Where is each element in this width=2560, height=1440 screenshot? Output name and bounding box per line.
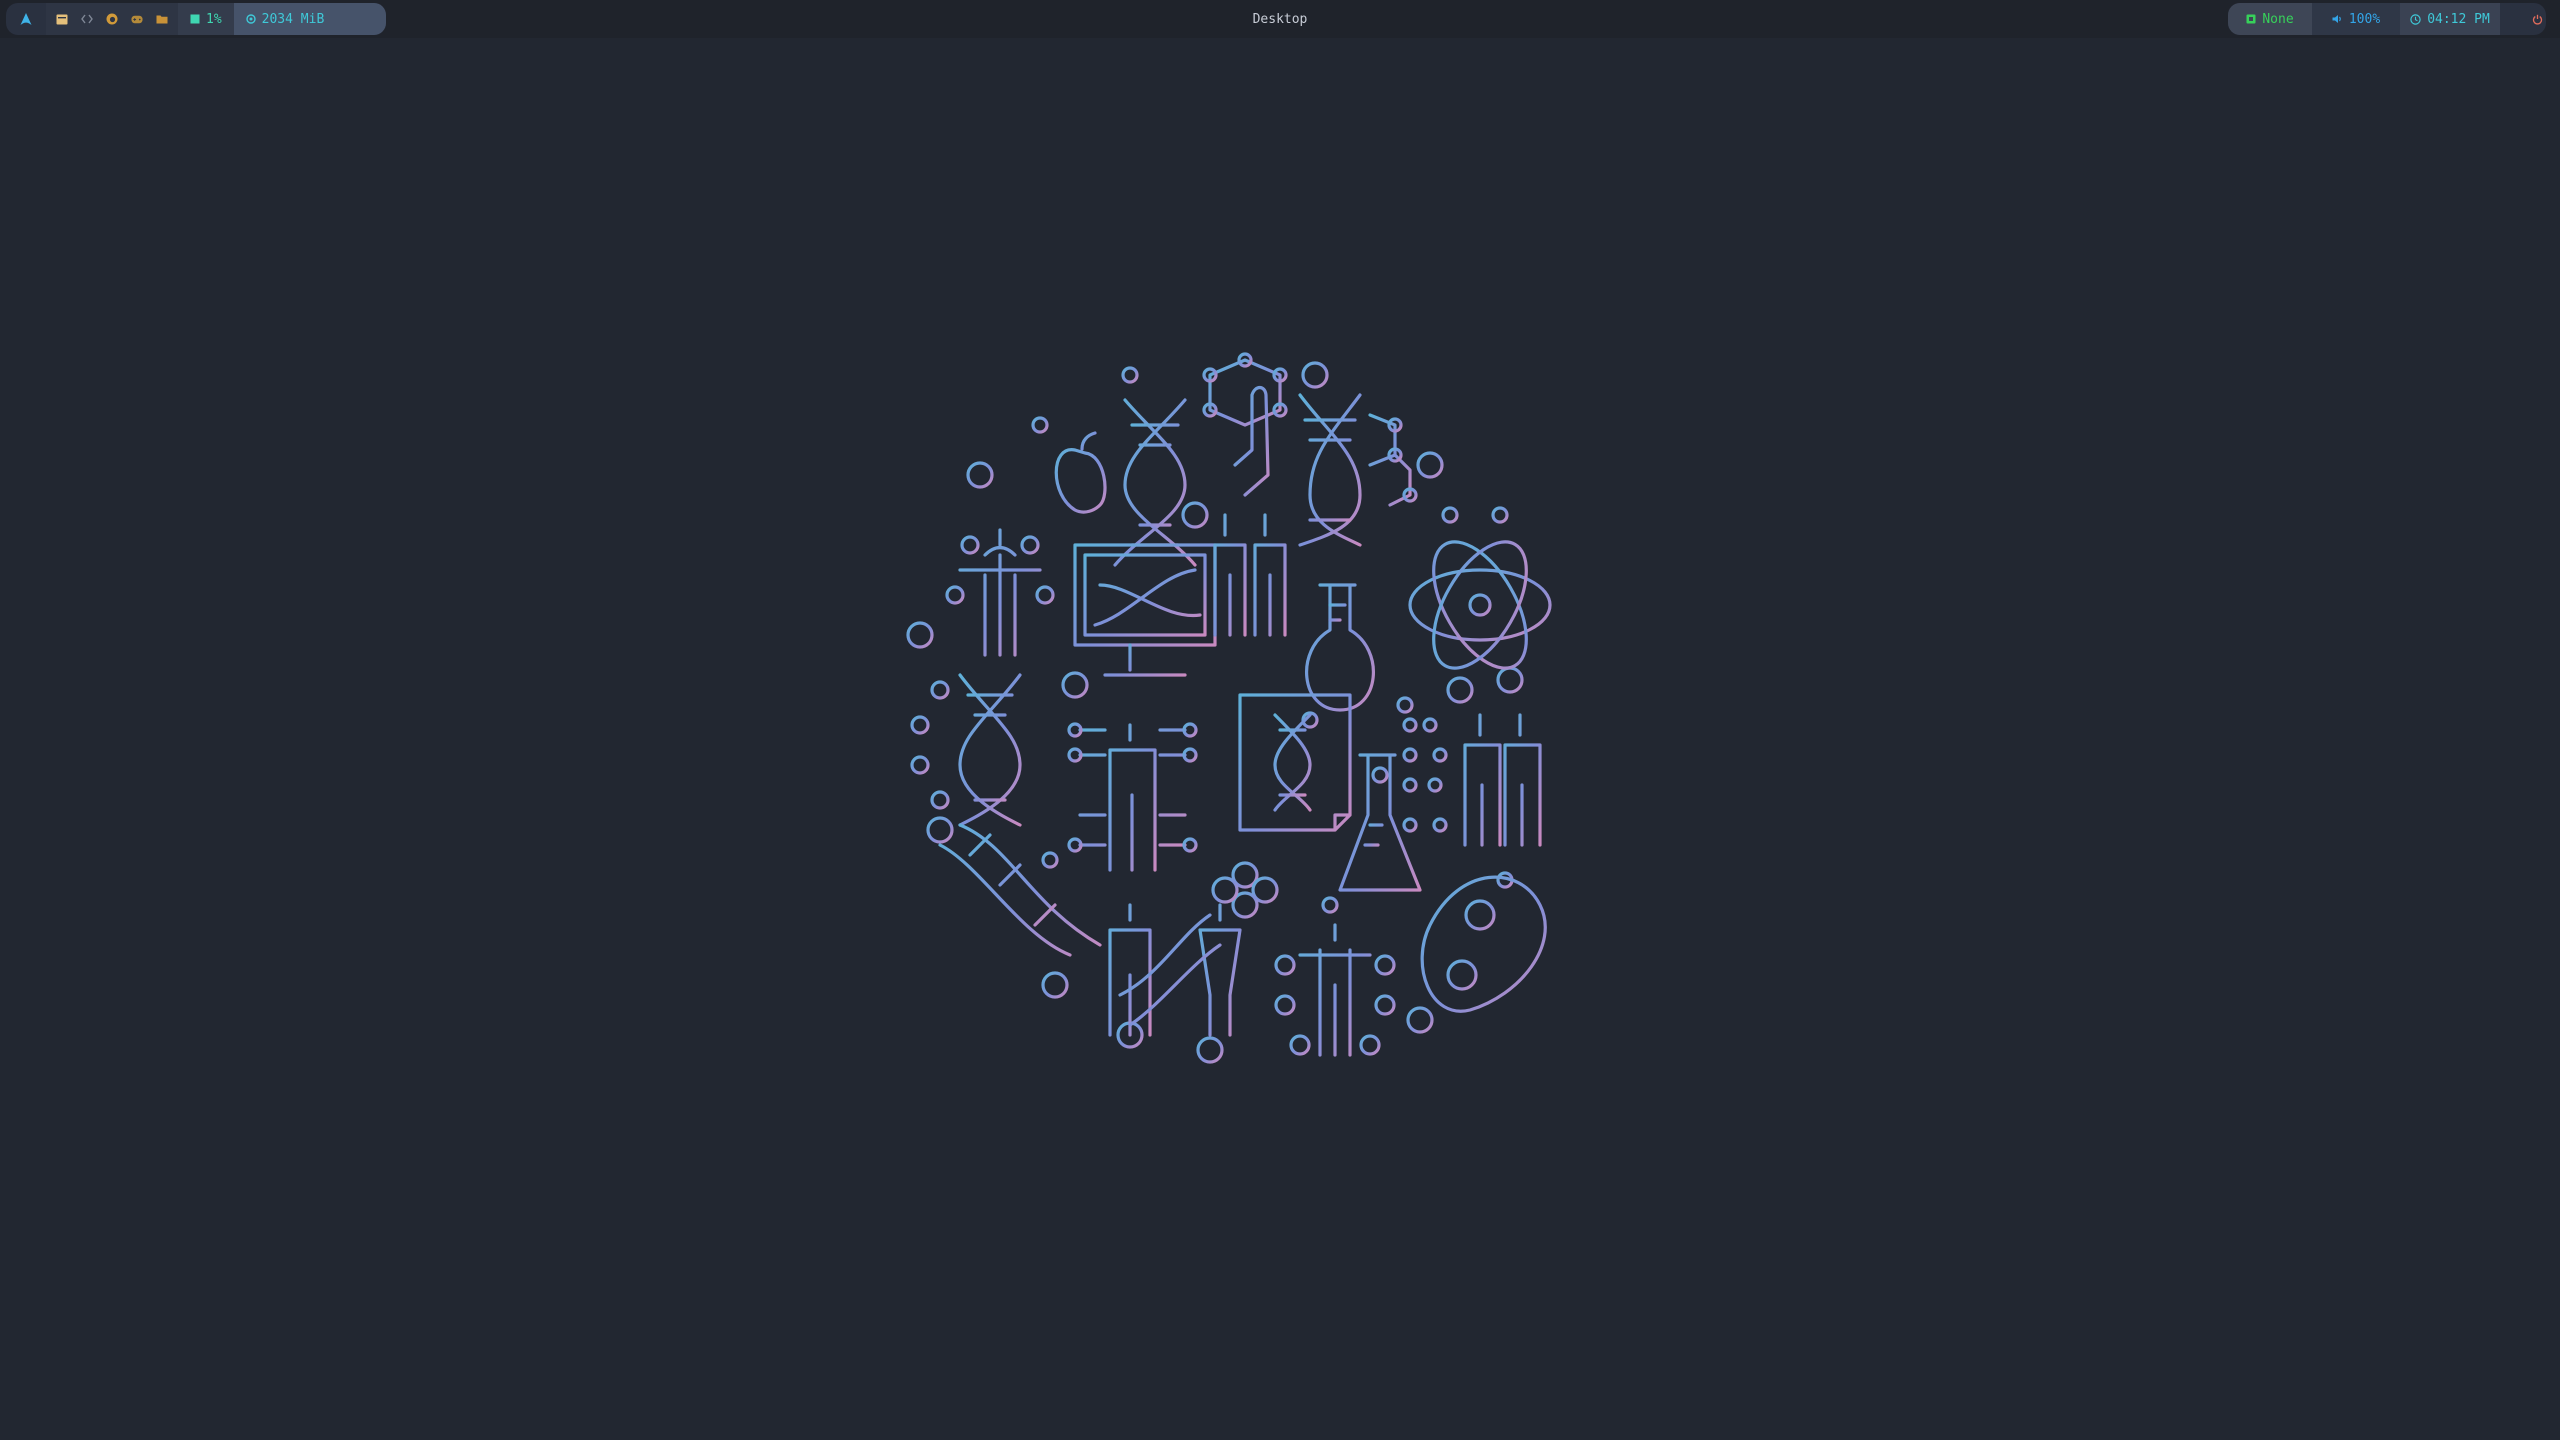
- power-icon: [2532, 14, 2542, 25]
- cpu-icon: [190, 14, 200, 24]
- folder-icon: [156, 15, 168, 24]
- terminal-icon: [56, 14, 68, 24]
- workspace-code[interactable]: [81, 13, 93, 25]
- memory-module[interactable]: 2034 MiB: [233, 3, 386, 35]
- workspace-browser[interactable]: [106, 13, 118, 25]
- left-module-group: 1% 2034 MiB: [6, 3, 386, 35]
- network-icon: [2246, 14, 2256, 24]
- arch-linux-logo-icon: [20, 13, 32, 25]
- memory-usage-text: 2034 MiB: [261, 11, 325, 27]
- firefox-icon: [106, 13, 118, 25]
- speaker-icon: [2332, 15, 2341, 23]
- volume-module[interactable]: 100%: [2312, 3, 2400, 35]
- gamepad-icon: [131, 15, 143, 23]
- volume-level-text: 100%: [2348, 11, 2381, 27]
- network-module[interactable]: None: [2228, 3, 2312, 35]
- genetics-science-circle-icon: [906, 352, 1552, 1064]
- code-icon: [81, 14, 93, 24]
- top-bar: 1% 2034 MiB Desktop None 100% 04:12 PM: [0, 0, 2560, 38]
- memory-icon: [245, 14, 256, 24]
- power-button[interactable]: [2526, 8, 2548, 30]
- workspace-games[interactable]: [131, 13, 143, 25]
- launcher-button[interactable]: [6, 3, 46, 35]
- clock-icon: [2410, 13, 2421, 25]
- workspace-terminal[interactable]: [56, 13, 68, 25]
- workspace-switcher: [46, 3, 178, 35]
- clock-text: 04:12 PM: [2427, 11, 2490, 27]
- workspace-files[interactable]: [156, 13, 168, 25]
- clock-module[interactable]: 04:12 PM: [2400, 3, 2500, 35]
- network-status-text: None: [2262, 11, 2294, 27]
- cpu-module[interactable]: 1%: [178, 3, 234, 35]
- cpu-usage-text: 1%: [206, 11, 222, 27]
- right-module-group: None 100% 04:12 PM: [2228, 3, 2546, 35]
